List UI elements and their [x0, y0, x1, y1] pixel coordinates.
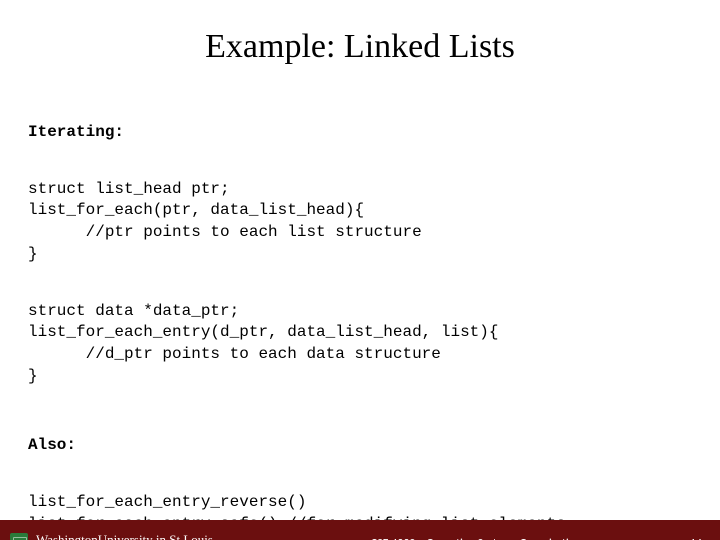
slide-body: Iterating: struct list_head ptr; list_fo… — [0, 88, 720, 540]
code-block-1: struct list_head ptr; list_for_each(ptr,… — [28, 179, 692, 265]
footer-bar: WashingtonUniversity in St.Louis JAMES M… — [0, 520, 720, 540]
slide: Example: Linked Lists Iterating: struct … — [0, 28, 720, 540]
logo-text: WashingtonUniversity in St.Louis JAMES M… — [36, 533, 237, 540]
code-line: } — [28, 367, 38, 385]
code-line: struct data *data_ptr; — [28, 302, 239, 320]
code-line: list_for_each_entry(d_ptr, data_list_hea… — [28, 323, 498, 341]
code-line: //d_ptr points to each data structure — [28, 345, 441, 363]
slide-title: Example: Linked Lists — [0, 28, 720, 66]
label-also: Also: — [28, 435, 692, 457]
label-iterating: Iterating: — [28, 122, 692, 144]
university-name: WashingtonUniversity in St.Louis — [36, 533, 237, 540]
code-line: //ptr points to each list structure — [28, 223, 422, 241]
code-line: } — [28, 245, 38, 263]
code-block-2: struct data *data_ptr; list_for_each_ent… — [28, 301, 692, 387]
code-line: list_for_each(ptr, data_list_head){ — [28, 201, 364, 219]
code-line: list_for_each_entry_reverse() — [28, 493, 306, 511]
code-line: struct list_head ptr; — [28, 180, 230, 198]
shield-icon — [10, 533, 28, 540]
footer-logo: WashingtonUniversity in St.Louis JAMES M… — [0, 533, 310, 540]
